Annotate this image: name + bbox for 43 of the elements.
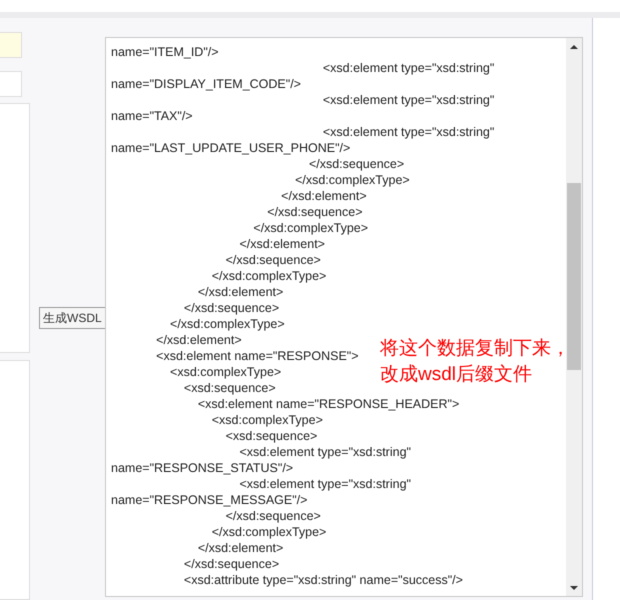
code-line: <xsd:element type="xsd:string" [322,124,494,140]
code-line: </xsd:element> [196,284,284,300]
code-line: </xsd:sequence> [224,252,321,268]
code-line: </xsd:complexType> [252,220,368,236]
annotation-text: 改成wsdl后缀文件 [380,363,532,387]
code-line: </xsd:element> [280,188,367,204]
code-line: <xsd:element type="xsd:string" [322,60,494,76]
code-line: </xsd:sequence> [224,508,321,524]
code-line: <xsd:complexType> [210,412,323,428]
code-line: </xsd:element> [238,236,325,252]
code-line: <xsd:element name="RESPONSE"> [155,348,359,364]
code-line: <xsd:element type="xsd:string" [322,92,494,108]
scroll-down-icon[interactable] [569,584,579,592]
scrollbar-thumb[interactable] [567,183,581,370]
code-line: name="RESPONSE_MESSAGE"/> [111,492,308,508]
code-line: <xsd:complexType> [169,364,282,380]
code-line: </xsd:sequence> [182,300,280,316]
code-line: </xsd:sequence> [266,204,362,220]
code-line: <xsd:attribute type="xsd:string" name="success"/> [182,572,463,588]
code-line: </xsd:element> [196,540,284,556]
code-line: </xsd:element> [155,332,242,348]
code-line: </xsd:complexType> [210,268,326,284]
code-line: name="DISPLAY_ITEM_CODE"/> [111,76,301,92]
scroll-up-icon[interactable] [569,43,579,51]
code-line: </xsd:sequence> [182,556,280,572]
code-line: <xsd:element type="xsd:string" [238,476,411,492]
code-line: <xsd:sequence> [224,428,318,444]
code-line: </xsd:complexType> [210,524,326,540]
code-line: name="ITEM_ID"/> [111,44,219,60]
annotation-text: 将这个数据复制下来， [380,337,570,361]
input-field[interactable] [0,71,22,97]
generate-wsdl-button[interactable]: 生成WSDL [39,307,106,329]
code-line: name="RESPONSE_STATUS"/> [111,460,294,476]
code-line: </xsd:complexType> [169,316,285,332]
code-line: </xsd:complexType> [294,172,410,188]
code-line: <xsd:element type="xsd:string" [238,444,411,460]
code-line: name="LAST_UPDATE_USER_PHONE"/> [111,140,350,156]
code-line: <xsd:sequence> [182,380,276,396]
input-field[interactable] [0,32,22,58]
xml-text-area[interactable] [105,37,583,597]
code-line: name="TAX"/> [111,108,193,124]
code-line: <xsd:element name="RESPONSE_HEADER"> [196,396,460,412]
code-line: </xsd:sequence> [308,156,404,172]
